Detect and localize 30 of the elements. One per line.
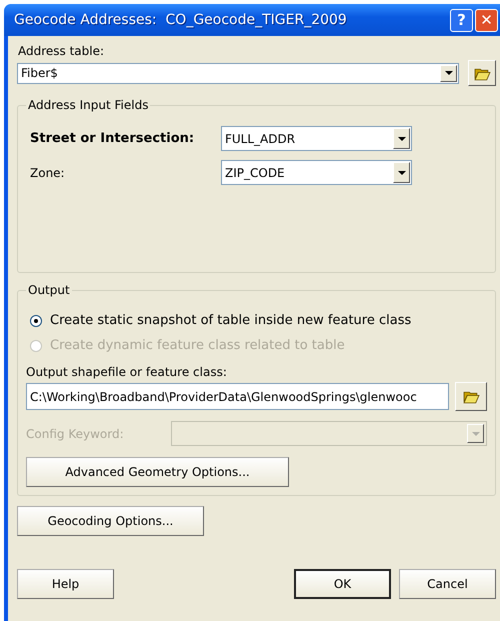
geocoding-options-button[interactable]: Geocoding Options... [17,506,204,536]
folder-icon [462,389,480,404]
dialog-button[interactable]: Cancel [399,569,496,599]
option-label: Create dynamic feature class related to table [50,338,345,353]
radio-option[interactable]: Create static snapshot of table inside new feature class [26,308,487,333]
caret-icon [444,71,452,75]
field-dropdown[interactable]: FULL_ADDR [221,126,412,151]
field-label: Output shapefile or feature class: [26,365,228,379]
field-dropdown[interactable]: ZIP_CODE [221,160,412,185]
field-label: Address table: [18,44,106,58]
group-title: Output [27,283,71,297]
window-title: Geocode Addresses: CO_Geocode_TIGER_2009 [14,12,348,28]
caret-icon [472,432,480,436]
dialog-button[interactable]: OK [294,569,391,599]
dialog-button[interactable]: Help [17,569,114,599]
address-table-dropdown[interactable]: Fiber$ [17,62,459,84]
field-label: Street or Intersection: [29,131,196,146]
output-path-field[interactable]: C:\Working\Broadband\ProviderData\GlenwoodSprings\glenwooc [26,383,449,410]
help-button[interactable]: ? [450,8,473,32]
radio-icon[interactable] [30,314,42,326]
browse-button[interactable] [455,382,487,411]
field-label: Zone: [29,166,66,180]
browse-button[interactable] [468,60,496,86]
close-button[interactable]: ✕ [475,8,498,32]
advanced-geometry-button[interactable]: Advanced Geometry Options... [26,457,289,487]
caret-icon [398,170,406,174]
field-label: Config Keyword: [26,426,125,440]
group-title: Address Input Fields [27,98,150,112]
caret-icon [398,136,406,140]
option-label: Create static snapshot of table inside new feature class [50,313,412,328]
